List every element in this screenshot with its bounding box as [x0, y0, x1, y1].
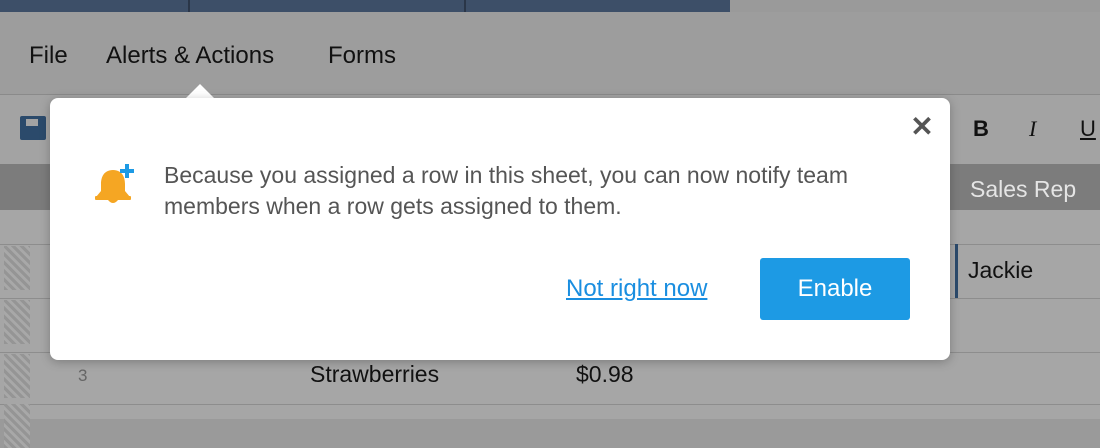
popover-message: Because you assigned a row in this sheet…: [164, 162, 849, 219]
menu-alerts-actions[interactable]: Alerts & Actions: [106, 42, 274, 70]
grid-line: [0, 404, 1100, 405]
italic-button[interactable]: I: [1029, 116, 1036, 142]
popover-caret: [185, 84, 215, 99]
underline-button[interactable]: U: [1080, 116, 1096, 142]
cell-product[interactable]: Strawberries: [310, 361, 439, 388]
row-handle[interactable]: [4, 246, 30, 290]
column-header-sales-rep[interactable]: Sales Rep: [970, 176, 1076, 203]
enable-button[interactable]: Enable: [760, 258, 910, 320]
row-handle[interactable]: [4, 354, 30, 398]
bell-plus-icon: [95, 164, 134, 203]
close-icon[interactable]: ✕: [910, 113, 934, 141]
menu-forms[interactable]: Forms: [328, 42, 396, 70]
row-handle[interactable]: [4, 404, 30, 448]
not-right-now-link[interactable]: Not right now: [566, 275, 707, 303]
row-number: 3: [78, 366, 88, 385]
row-handle[interactable]: [4, 300, 30, 344]
top-tab-strip: [0, 0, 730, 12]
tab-separator: [464, 0, 466, 12]
menu-file[interactable]: File: [29, 42, 68, 70]
tab-separator: [188, 0, 190, 12]
save-icon[interactable]: [20, 116, 46, 140]
cell-sales-rep[interactable]: Jackie: [968, 257, 1033, 284]
cell-price[interactable]: $0.98: [576, 361, 634, 388]
bold-button[interactable]: B: [973, 116, 989, 142]
notification-popover: [50, 98, 950, 360]
